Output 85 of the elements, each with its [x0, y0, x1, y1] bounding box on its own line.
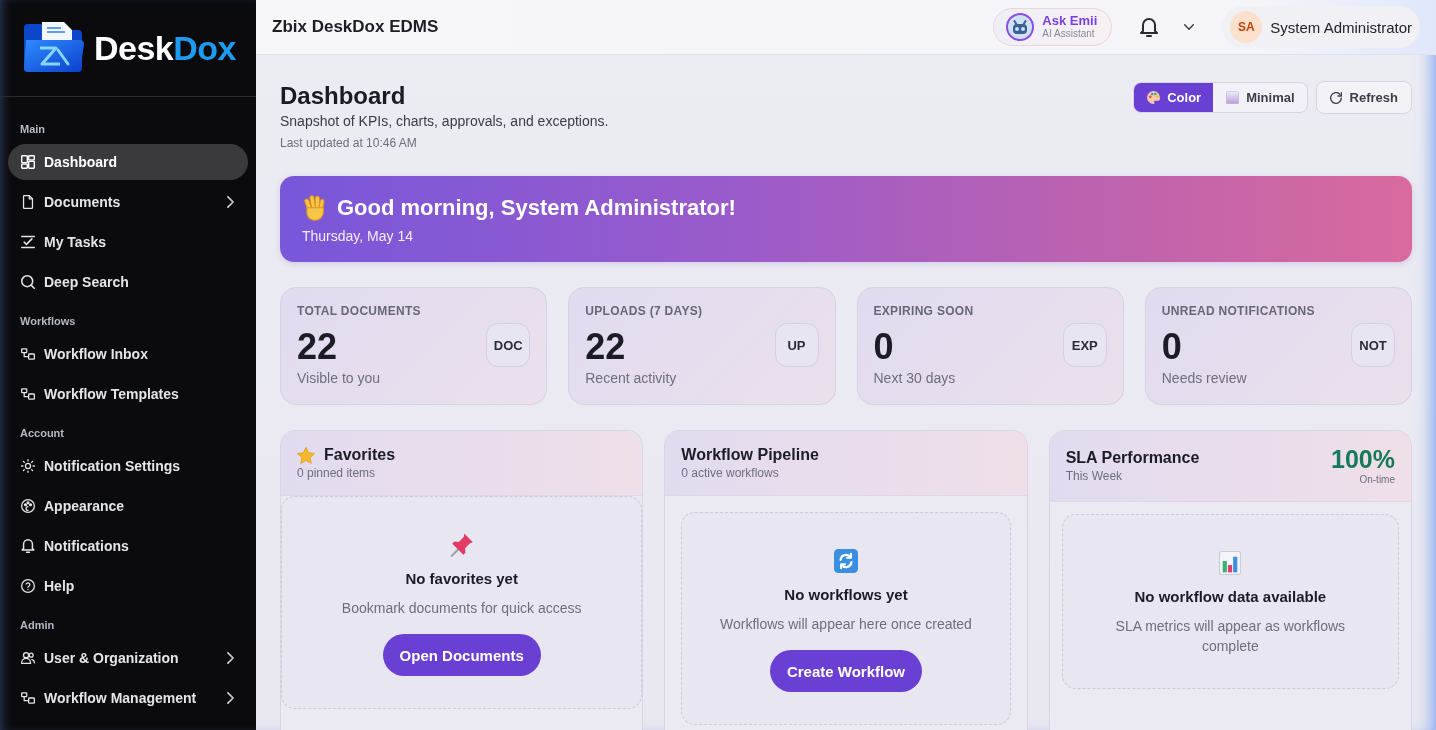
- sidebar-item[interactable]: Dashboard: [8, 144, 248, 180]
- user-avatar: SA: [1230, 11, 1263, 43]
- view-mode-option[interactable]: Color: [1134, 83, 1214, 112]
- logo-text: DeskDox: [94, 28, 236, 68]
- sidebar-item[interactable]: Notifications: [8, 528, 248, 564]
- gradient-square-icon: [1226, 91, 1240, 104]
- empty-state-title: No workflows yet: [784, 585, 908, 605]
- arrows-cycle-icon: [834, 549, 858, 573]
- stat-badge: NOT: [1351, 323, 1395, 367]
- help-icon: [21, 579, 35, 593]
- workflow-icon: [21, 347, 35, 361]
- layout-grid-icon: [21, 155, 35, 169]
- page-subtitle: Snapshot of KPIs, charts, approvals, and exceptions.: [280, 112, 609, 131]
- greeting-date: Thursday, May 14: [302, 227, 414, 246]
- ask-assistant-button[interactable]: Ask Emii AI Assistant: [993, 8, 1113, 46]
- app-title: Zbix DeskDox EDMS: [272, 17, 440, 37]
- stat-badge: UP: [774, 323, 819, 367]
- panel-subtitle: 0 active workflows: [681, 465, 779, 481]
- sidebar-item[interactable]: Appearance: [8, 488, 248, 524]
- sidebar-item[interactable]: Workflow Management: [8, 680, 248, 716]
- refresh-button[interactable]: Refresh: [1315, 81, 1412, 114]
- stat-value: 22: [585, 327, 626, 367]
- bell-icon[interactable]: [1140, 17, 1159, 37]
- sidebar-item[interactable]: Notification Settings: [8, 448, 248, 484]
- sidebar-item[interactable]: Deep Search: [8, 264, 248, 300]
- last-updated-text: Last updated at 10:46 AM: [280, 135, 417, 151]
- stat-caption: Needs review: [1161, 369, 1247, 387]
- page-title: Dashboard: [280, 81, 406, 111]
- checklist-icon: [21, 235, 35, 249]
- stat-badge: EXP: [1062, 323, 1107, 367]
- sidebar-item[interactable]: Workflow Templates: [8, 376, 248, 412]
- user-menu-button[interactable]: SA System Administrator: [1222, 6, 1420, 48]
- stat-caption: Visible to you: [297, 369, 380, 387]
- stat-badge: DOC: [486, 323, 531, 367]
- stat-label: UPLOADS (7 DAYS): [585, 303, 703, 319]
- search-icon: [21, 275, 35, 289]
- empty-state-title: No favorites yet: [405, 569, 518, 589]
- document-icon: [21, 195, 35, 209]
- stat-value: 22: [297, 327, 338, 367]
- panel-subtitle: 0 pinned items: [297, 465, 376, 481]
- chevron-down-icon[interactable]: [1184, 24, 1195, 30]
- star-icon: [297, 446, 315, 464]
- section-label: Workflows: [20, 314, 76, 328]
- stat-value: 0: [1161, 327, 1182, 367]
- sidebar-item[interactable]: Workflow Inbox: [8, 336, 248, 372]
- greeting-title: Good morning, System Administrator!: [337, 194, 736, 222]
- panel-title: Workflow Pipeline: [681, 445, 819, 465]
- empty-state-text: SLA metrics will appear as workflows complete: [1114, 617, 1347, 656]
- section-label: Admin: [20, 618, 55, 632]
- pushpin-icon: [449, 533, 474, 557]
- stat-label: EXPIRING SOON: [873, 303, 974, 319]
- users-icon: [21, 651, 35, 665]
- metric-caption: On-time: [1359, 473, 1395, 487]
- sidebar-item[interactable]: Help: [8, 568, 248, 604]
- section-label: Account: [20, 426, 64, 440]
- panel-subtitle: This Week: [1065, 468, 1123, 484]
- stat-label: UNREAD NOTIFICATIONS: [1161, 303, 1315, 319]
- empty-state-title: No workflow data available: [1134, 587, 1327, 607]
- workflow-icon: [21, 387, 35, 401]
- sidebar-item[interactable]: User & Organization: [8, 640, 248, 676]
- refresh-icon: [1329, 91, 1342, 104]
- empty-state-text: Bookmark documents for quick access: [341, 599, 582, 618]
- section-label: Main: [20, 122, 46, 136]
- panel-title: Favorites: [324, 445, 396, 465]
- view-mode-option[interactable]: Minimal: [1213, 83, 1307, 112]
- action-button[interactable]: Open Documents: [382, 634, 541, 676]
- robot-avatar-icon: [1006, 13, 1035, 41]
- stat-label: TOTAL DOCUMENTS: [297, 303, 421, 319]
- waving-hand-icon: [302, 195, 327, 221]
- stat-value: 0: [873, 327, 894, 367]
- bell-icon: [21, 539, 35, 553]
- empty-state-text: Workflows will appear here once created: [720, 615, 972, 634]
- palette-icon: [1147, 91, 1161, 104]
- sidebar-item[interactable]: Documents: [8, 184, 248, 220]
- stat-caption: Next 30 days: [873, 369, 956, 387]
- workflow-icon: [21, 691, 35, 705]
- action-button[interactable]: Create Workflow: [769, 650, 923, 692]
- bar-chart-icon: [1218, 551, 1243, 575]
- metric-value: 100%: [1331, 445, 1395, 473]
- palette-icon: [21, 499, 35, 513]
- stat-caption: Recent activity: [585, 369, 677, 387]
- sun-icon: [21, 459, 35, 473]
- folder-logo-icon: [22, 22, 86, 74]
- sidebar-item[interactable]: My Tasks: [8, 224, 248, 260]
- panel-title: SLA Performance: [1065, 448, 1200, 468]
